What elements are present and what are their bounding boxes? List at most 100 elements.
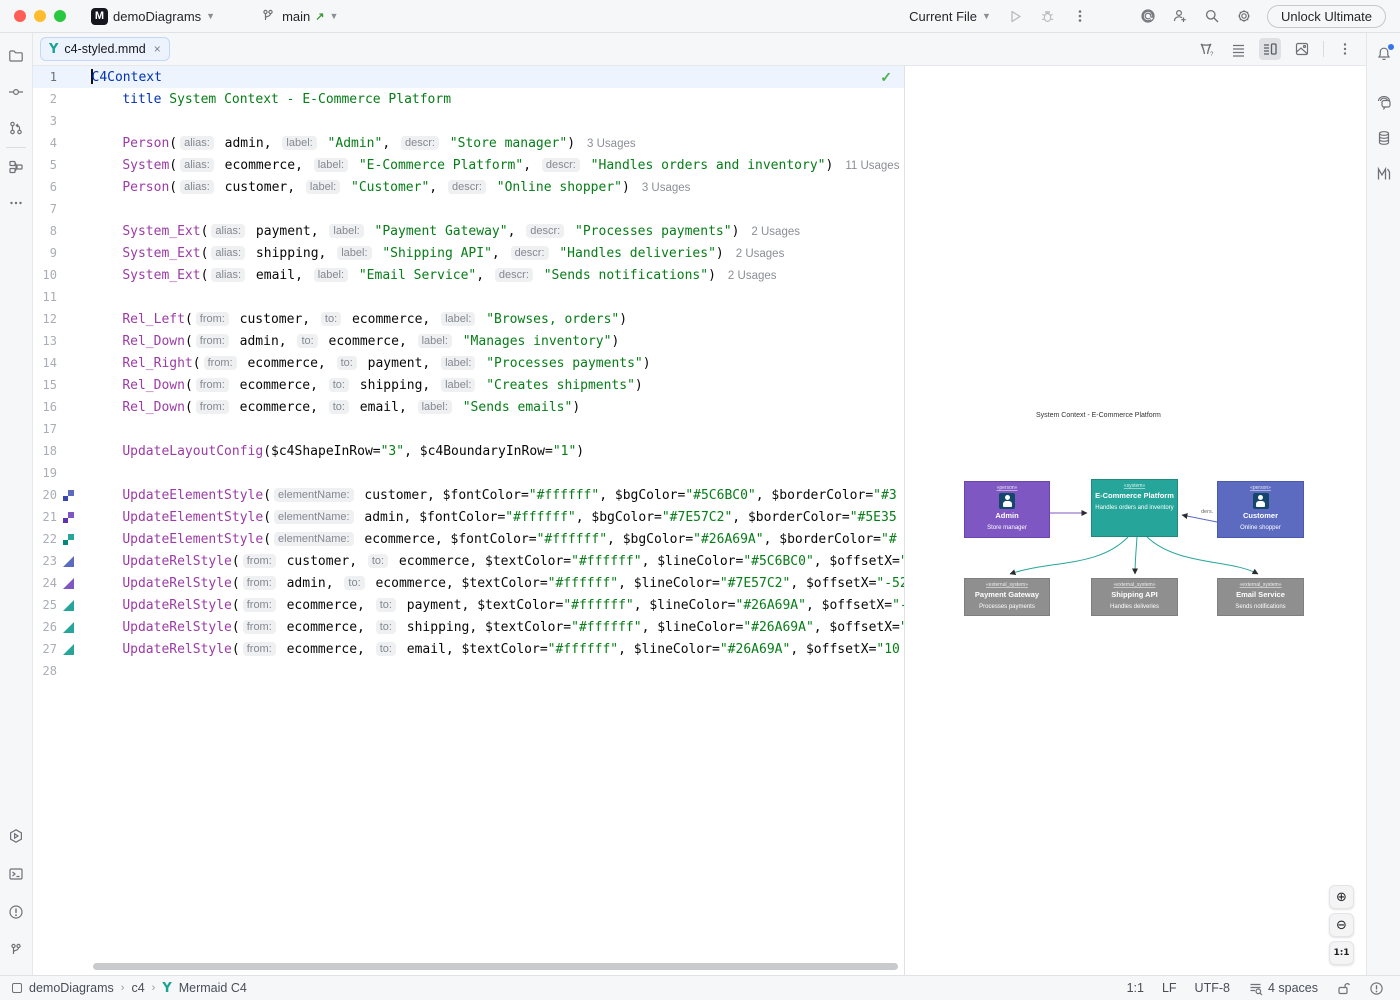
unlock-ultimate-button[interactable]: Unlock Ultimate bbox=[1267, 5, 1386, 28]
run-configuration-selector[interactable]: Current File ▼ bbox=[909, 9, 991, 24]
editor-line[interactable]: 13 Rel_Down(from: admin, to: ecommerce, … bbox=[33, 330, 904, 352]
editor-line[interactable]: 20 UpdateElementStyle(elementName: custo… bbox=[33, 484, 904, 506]
editor-line[interactable]: 15 Rel_Down(from: ecommerce, to: shippin… bbox=[33, 374, 904, 396]
editor-line[interactable]: 12 Rel_Left(from: customer, to: ecommerc… bbox=[33, 308, 904, 330]
commit-icon[interactable] bbox=[3, 79, 29, 105]
editor-line[interactable]: 16 Rel_Down(from: ecommerce, to: email, … bbox=[33, 396, 904, 418]
editor-line[interactable]: 7 bbox=[33, 198, 904, 220]
problems-icon[interactable] bbox=[3, 899, 29, 925]
usages-hint[interactable]: 2 Usages bbox=[728, 270, 777, 282]
mermaid-help-icon[interactable]: ? bbox=[1195, 38, 1217, 60]
folder-icon[interactable] bbox=[3, 43, 29, 69]
close-icon[interactable]: × bbox=[154, 42, 161, 56]
structure-icon[interactable] bbox=[3, 154, 29, 180]
line-number: 13 bbox=[33, 334, 57, 348]
editor-line[interactable]: 19 bbox=[33, 462, 904, 484]
indent-selector[interactable]: 4 spaces bbox=[1248, 981, 1318, 996]
editor-line[interactable]: 1C4Context bbox=[33, 66, 904, 88]
zoom-window-button[interactable] bbox=[54, 10, 66, 22]
run-button[interactable] bbox=[1007, 7, 1025, 25]
close-window-button[interactable] bbox=[14, 10, 26, 22]
diagram-node-shipping: «external_system»Shipping APIHandles del… bbox=[1091, 578, 1178, 616]
more-icon[interactable] bbox=[1071, 7, 1089, 25]
editor-line[interactable]: 23 UpdateRelStyle(from: customer, to: ec… bbox=[33, 550, 904, 572]
editor-line[interactable]: 8 System_Ext(alias: payment, label: "Pay… bbox=[33, 220, 904, 242]
editor-line[interactable]: 6 Person(alias: customer, label: "Custom… bbox=[33, 176, 904, 198]
more-icon[interactable] bbox=[1334, 38, 1356, 60]
editor-line[interactable]: 10 System_Ext(alias: email, label: "Emai… bbox=[33, 264, 904, 286]
editor-line[interactable]: 22 UpdateElementStyle(elementName: ecomm… bbox=[33, 528, 904, 550]
node-name: Admin bbox=[965, 511, 1049, 520]
node-stereotype: «system» bbox=[1092, 483, 1177, 489]
project-widget[interactable]: M demoDiagrams ▼ bbox=[84, 5, 222, 28]
ai-assistant-icon[interactable] bbox=[1371, 89, 1397, 115]
database-icon[interactable] bbox=[1371, 125, 1397, 151]
svg-text:?: ? bbox=[1210, 52, 1214, 58]
settings-icon[interactable] bbox=[1235, 7, 1253, 25]
encoding-selector[interactable]: UTF-8 bbox=[1195, 981, 1230, 995]
editor-line[interactable]: 18 UpdateLayoutConfig($c4ShapeInRow="3",… bbox=[33, 440, 904, 462]
notifications-icon[interactable] bbox=[1371, 41, 1397, 67]
image-preview-icon[interactable] bbox=[1291, 38, 1313, 60]
pull-requests-icon[interactable] bbox=[3, 115, 29, 141]
usages-hint[interactable]: 3 Usages bbox=[642, 182, 691, 194]
editor-line[interactable]: 4 Person(alias: admin, label: "Admin", d… bbox=[33, 132, 904, 154]
person-icon bbox=[999, 493, 1015, 509]
caret-position[interactable]: 1:1 bbox=[1127, 981, 1144, 995]
editor-line[interactable]: 11 bbox=[33, 286, 904, 308]
code-editor[interactable]: 1C4Context2 title System Context - E-Com… bbox=[33, 66, 905, 975]
editor-line[interactable]: 26 UpdateRelStyle(from: ecommerce, to: s… bbox=[33, 616, 904, 638]
vcs-widget[interactable]: main ↗ ▼ bbox=[252, 4, 345, 28]
color-preview-icon[interactable] bbox=[60, 644, 76, 655]
editor-line[interactable]: 14 Rel_Right(from: ecommerce, to: paymen… bbox=[33, 352, 904, 374]
usages-hint[interactable]: 3 Usages bbox=[587, 138, 636, 150]
editor-line[interactable]: 3 bbox=[33, 110, 904, 132]
usages-hint[interactable]: 2 Usages bbox=[751, 226, 800, 238]
breadcrumb-folder[interactable]: c4 bbox=[131, 981, 144, 995]
terminal-icon[interactable] bbox=[3, 861, 29, 887]
editor-line[interactable]: 2 title System Context - E-Commerce Plat… bbox=[33, 88, 904, 110]
horizontal-scrollbar[interactable] bbox=[93, 963, 898, 970]
color-preview-icon[interactable] bbox=[60, 556, 76, 567]
usages-hint[interactable]: 2 Usages bbox=[736, 248, 785, 260]
breadcrumb-project[interactable]: demoDiagrams bbox=[29, 981, 114, 995]
editor-line[interactable]: 9 System_Ext(alias: shipping, label: "Sh… bbox=[33, 242, 904, 264]
services-icon[interactable] bbox=[3, 823, 29, 849]
line-number: 9 bbox=[33, 246, 57, 260]
list-icon[interactable] bbox=[1227, 38, 1249, 60]
color-preview-icon[interactable] bbox=[60, 600, 76, 611]
ai-assistant-icon[interactable] bbox=[1139, 7, 1157, 25]
color-preview-icon[interactable] bbox=[60, 512, 76, 523]
color-preview-icon[interactable] bbox=[60, 578, 76, 589]
inspections-ok-icon[interactable]: ✓ bbox=[880, 69, 892, 86]
diagram-preview[interactable]: System Context - E-Commerce Platform «pe… bbox=[906, 66, 1366, 975]
editor-line[interactable]: 27 UpdateRelStyle(from: ecommerce, to: e… bbox=[33, 638, 904, 660]
zoom-in-button[interactable]: ⊕ bbox=[1329, 885, 1354, 909]
zoom-out-button[interactable]: ⊖ bbox=[1329, 913, 1354, 937]
debug-icon[interactable] bbox=[1039, 7, 1057, 25]
color-preview-icon[interactable] bbox=[60, 490, 76, 501]
editor-line[interactable]: 5 System(alias: ecommerce, label: "E-Com… bbox=[33, 154, 904, 176]
zoom-reset-button[interactable]: 1:1 bbox=[1329, 941, 1354, 965]
line-number: 11 bbox=[33, 290, 57, 304]
color-preview-icon[interactable] bbox=[60, 534, 76, 545]
color-preview-icon[interactable] bbox=[60, 622, 76, 633]
split-editor-icon[interactable] bbox=[1259, 38, 1281, 60]
editor-line[interactable]: 17 bbox=[33, 418, 904, 440]
unlock-icon[interactable] bbox=[1336, 981, 1351, 996]
more-icon[interactable] bbox=[3, 190, 29, 216]
editor-line[interactable]: 21 UpdateElementStyle(elementName: admin… bbox=[33, 506, 904, 528]
line-ending-selector[interactable]: LF bbox=[1162, 981, 1177, 995]
version-control-icon[interactable] bbox=[3, 937, 29, 963]
search-icon[interactable] bbox=[1203, 7, 1221, 25]
mermaid-chart-icon[interactable] bbox=[1371, 161, 1397, 187]
editor-line[interactable]: 24 UpdateRelStyle(from: admin, to: ecomm… bbox=[33, 572, 904, 594]
editor-line[interactable]: 28 bbox=[33, 660, 904, 682]
tab-c4-styled[interactable]: Y c4-styled.mmd × bbox=[40, 37, 170, 61]
minimize-window-button[interactable] bbox=[34, 10, 46, 22]
usages-hint[interactable]: 11 Usages bbox=[845, 160, 899, 172]
breadcrumb-element[interactable]: Mermaid C4 bbox=[179, 981, 247, 995]
editor-line[interactable]: 25 UpdateRelStyle(from: ecommerce, to: p… bbox=[33, 594, 904, 616]
add-user-icon[interactable] bbox=[1171, 7, 1189, 25]
problems-icon[interactable] bbox=[1369, 981, 1384, 996]
